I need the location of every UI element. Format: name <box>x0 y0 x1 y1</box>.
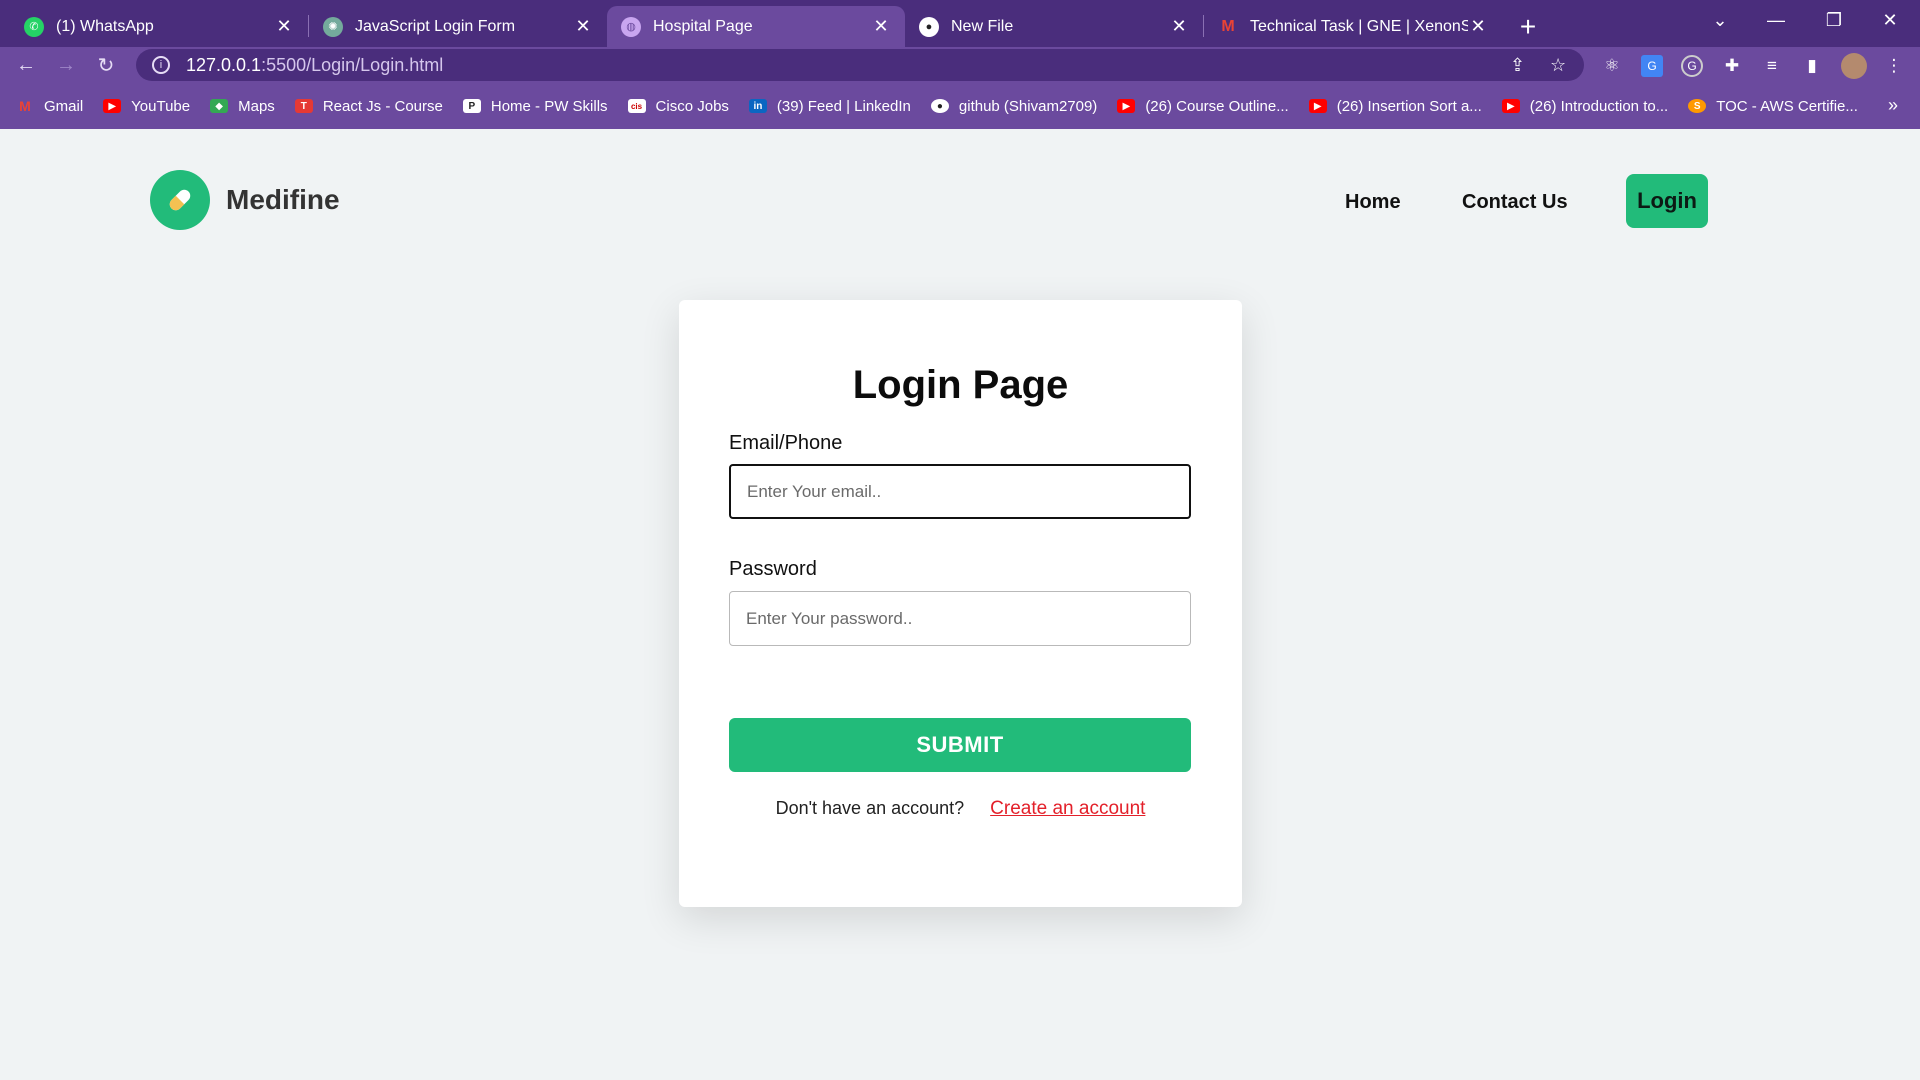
bookmark-course-outline[interactable]: ▶ (26) Course Outline... <box>1117 97 1289 115</box>
media-queue-icon[interactable]: ≡ <box>1761 55 1783 77</box>
close-icon[interactable]: ✕ <box>274 16 294 37</box>
tab-search-chevron-icon[interactable]: ⌄ <box>1692 0 1748 40</box>
brand-logo[interactable]: Medifine <box>150 170 340 230</box>
translate-icon[interactable]: G <box>1641 55 1663 77</box>
youtube-icon: ▶ <box>1501 99 1520 113</box>
bookmark-maps[interactable]: ◆ Maps <box>210 98 275 115</box>
address-bar[interactable]: i 127.0.0.1:5500/Login/Login.html ⇪ ☆ <box>136 49 1584 81</box>
close-icon[interactable]: ✕ <box>1468 16 1488 37</box>
bookmarks-bar: M Gmail ▶ YouTube ◆ Maps T React Js - Course… <box>0 83 1920 129</box>
forward-button[interactable]: → <box>46 47 86 83</box>
maps-icon: ◆ <box>210 99 229 113</box>
password-field[interactable] <box>729 591 1191 646</box>
react-devtools-icon[interactable]: ⚛ <box>1601 55 1623 77</box>
bookmark-label: React Js - Course <box>322 97 443 115</box>
more-bookmarks-chevron-icon[interactable]: » <box>1888 95 1898 116</box>
tab-new-file[interactable]: ● New File ✕ <box>905 6 1203 47</box>
grammarly-icon[interactable]: G <box>1681 55 1703 77</box>
site-info-icon[interactable]: i <box>152 56 170 74</box>
youtube-icon: ▶ <box>103 99 122 113</box>
bookmark-label: (26) Course Outline... <box>1145 97 1289 115</box>
brand-name: Medifine <box>226 184 340 215</box>
bookmark-cisco-jobs[interactable]: cis Cisco Jobs <box>627 97 729 115</box>
signup-prompt: Don't have an account? Create an account <box>679 798 1242 820</box>
tab-technical-task[interactable]: M Technical Task | GNE | XenonStack ✕ <box>1204 6 1502 47</box>
youtube-icon: ▶ <box>1308 99 1327 113</box>
pill-icon <box>150 170 210 230</box>
bookmark-linkedin[interactable]: in (39) Feed | LinkedIn <box>748 97 911 115</box>
bookmark-label: github (Shivam2709) <box>958 97 1098 115</box>
login-card: Login Page Email/Phone Password SUBMIT D… <box>679 300 1242 907</box>
tab-title: JavaScript Login Form <box>355 17 516 35</box>
bookmark-pw-skills[interactable]: P Home - PW Skills <box>462 97 608 115</box>
tab-title: New File <box>951 17 1014 35</box>
bookmark-label: (26) Insertion Sort a... <box>1336 97 1482 115</box>
close-icon[interactable]: ✕ <box>1169 16 1189 37</box>
close-icon[interactable]: ✕ <box>871 16 891 37</box>
bookmark-label: YouTube <box>131 97 191 115</box>
page-viewport: Medifine Home Contact Us Login Login Pag… <box>0 129 1920 1080</box>
bookmark-github[interactable]: ● github (Shivam2709) <box>930 97 1098 115</box>
side-panel-icon[interactable]: ▮ <box>1801 55 1823 77</box>
linkedin-icon: in <box>748 99 767 113</box>
bookmark-gmail[interactable]: M Gmail <box>16 98 83 115</box>
back-button[interactable]: ← <box>6 47 46 83</box>
tab-title: Hospital Page <box>653 17 753 35</box>
reload-button[interactable]: ↻ <box>86 47 126 83</box>
youtube-icon: ▶ <box>1117 99 1136 113</box>
aws-icon: S <box>1688 99 1707 113</box>
extensions-puzzle-icon[interactable]: ✚ <box>1721 55 1743 77</box>
tab-title: Technical Task | GNE | XenonStack <box>1250 17 1468 35</box>
signup-text: Don't have an account? <box>775 798 965 818</box>
share-icon[interactable]: ⇪ <box>1510 55 1525 76</box>
minimize-icon[interactable]: — <box>1748 0 1804 40</box>
tab-javascript-login-form[interactable]: ✺ JavaScript Login Form ✕ <box>309 6 607 47</box>
bookmark-youtube[interactable]: ▶ YouTube <box>103 98 190 115</box>
github-icon: ● <box>930 99 949 113</box>
chatgpt-icon: ✺ <box>323 16 343 37</box>
bookmark-introduction[interactable]: ▶ (26) Introduction to... <box>1501 97 1669 115</box>
bookmark-label: Cisco Jobs <box>655 97 729 115</box>
nav-login-button[interactable]: Login <box>1626 174 1708 228</box>
pw-icon: P <box>462 99 481 113</box>
bookmark-insertion-sort[interactable]: ▶ (26) Insertion Sort a... <box>1308 97 1482 115</box>
email-field[interactable] <box>729 464 1191 519</box>
whatsapp-icon: ✆ <box>24 16 44 37</box>
create-account-link[interactable]: Create an account <box>990 798 1145 819</box>
browser-tab-strip: ✆ (1) WhatsApp ✕ ✺ JavaScript Login Form… <box>0 0 1920 47</box>
t-icon: T <box>294 99 313 113</box>
window-close-icon[interactable]: ✕ <box>1862 0 1918 40</box>
bookmark-label: (26) Introduction to... <box>1529 97 1669 115</box>
tab-hospital-page[interactable]: ◍ Hospital Page ✕ <box>607 6 905 47</box>
nav-home-link[interactable]: Home <box>1345 191 1401 214</box>
browser-toolbar: ← → ↻ i 127.0.0.1:5500/Login/Login.html … <box>0 47 1920 83</box>
bookmark-label: TOC - AWS Certifie... <box>1716 97 1858 115</box>
submit-button[interactable]: SUBMIT <box>729 718 1191 772</box>
bookmark-star-icon[interactable]: ☆ <box>1550 55 1566 76</box>
close-icon[interactable]: ✕ <box>573 16 593 37</box>
bookmark-label: (39) Feed | LinkedIn <box>776 97 911 115</box>
tab-title: (1) WhatsApp <box>56 17 154 35</box>
cisco-icon: cis <box>627 99 646 113</box>
page-title: Login Page <box>852 363 1069 407</box>
gmail-icon: M <box>19 98 31 114</box>
bookmark-aws-toc[interactable]: S TOC - AWS Certifie... <box>1688 98 1858 115</box>
bookmark-react-course[interactable]: T React Js - Course <box>294 97 443 115</box>
bookmark-label: Maps <box>238 97 275 115</box>
github-icon: ● <box>919 16 939 37</box>
tab-whatsapp[interactable]: ✆ (1) WhatsApp ✕ <box>10 6 308 47</box>
bookmark-label: Gmail <box>44 97 84 115</box>
url-path: :5500/Login/Login.html <box>261 54 444 75</box>
email-label: Email/Phone <box>729 432 843 454</box>
gmail-icon: M <box>1221 17 1235 35</box>
bookmark-label: Home - PW Skills <box>490 97 608 115</box>
password-label: Password <box>729 558 817 580</box>
globe-icon: ◍ <box>621 16 641 37</box>
kebab-menu-icon[interactable]: ⋮ <box>1883 55 1905 77</box>
new-tab-button[interactable]: + <box>1508 7 1548 47</box>
restore-icon[interactable]: ❐ <box>1806 0 1862 40</box>
profile-avatar[interactable] <box>1841 53 1867 79</box>
nav-contact-link[interactable]: Contact Us <box>1462 191 1568 214</box>
url-host: 127.0.0.1 <box>186 54 262 75</box>
